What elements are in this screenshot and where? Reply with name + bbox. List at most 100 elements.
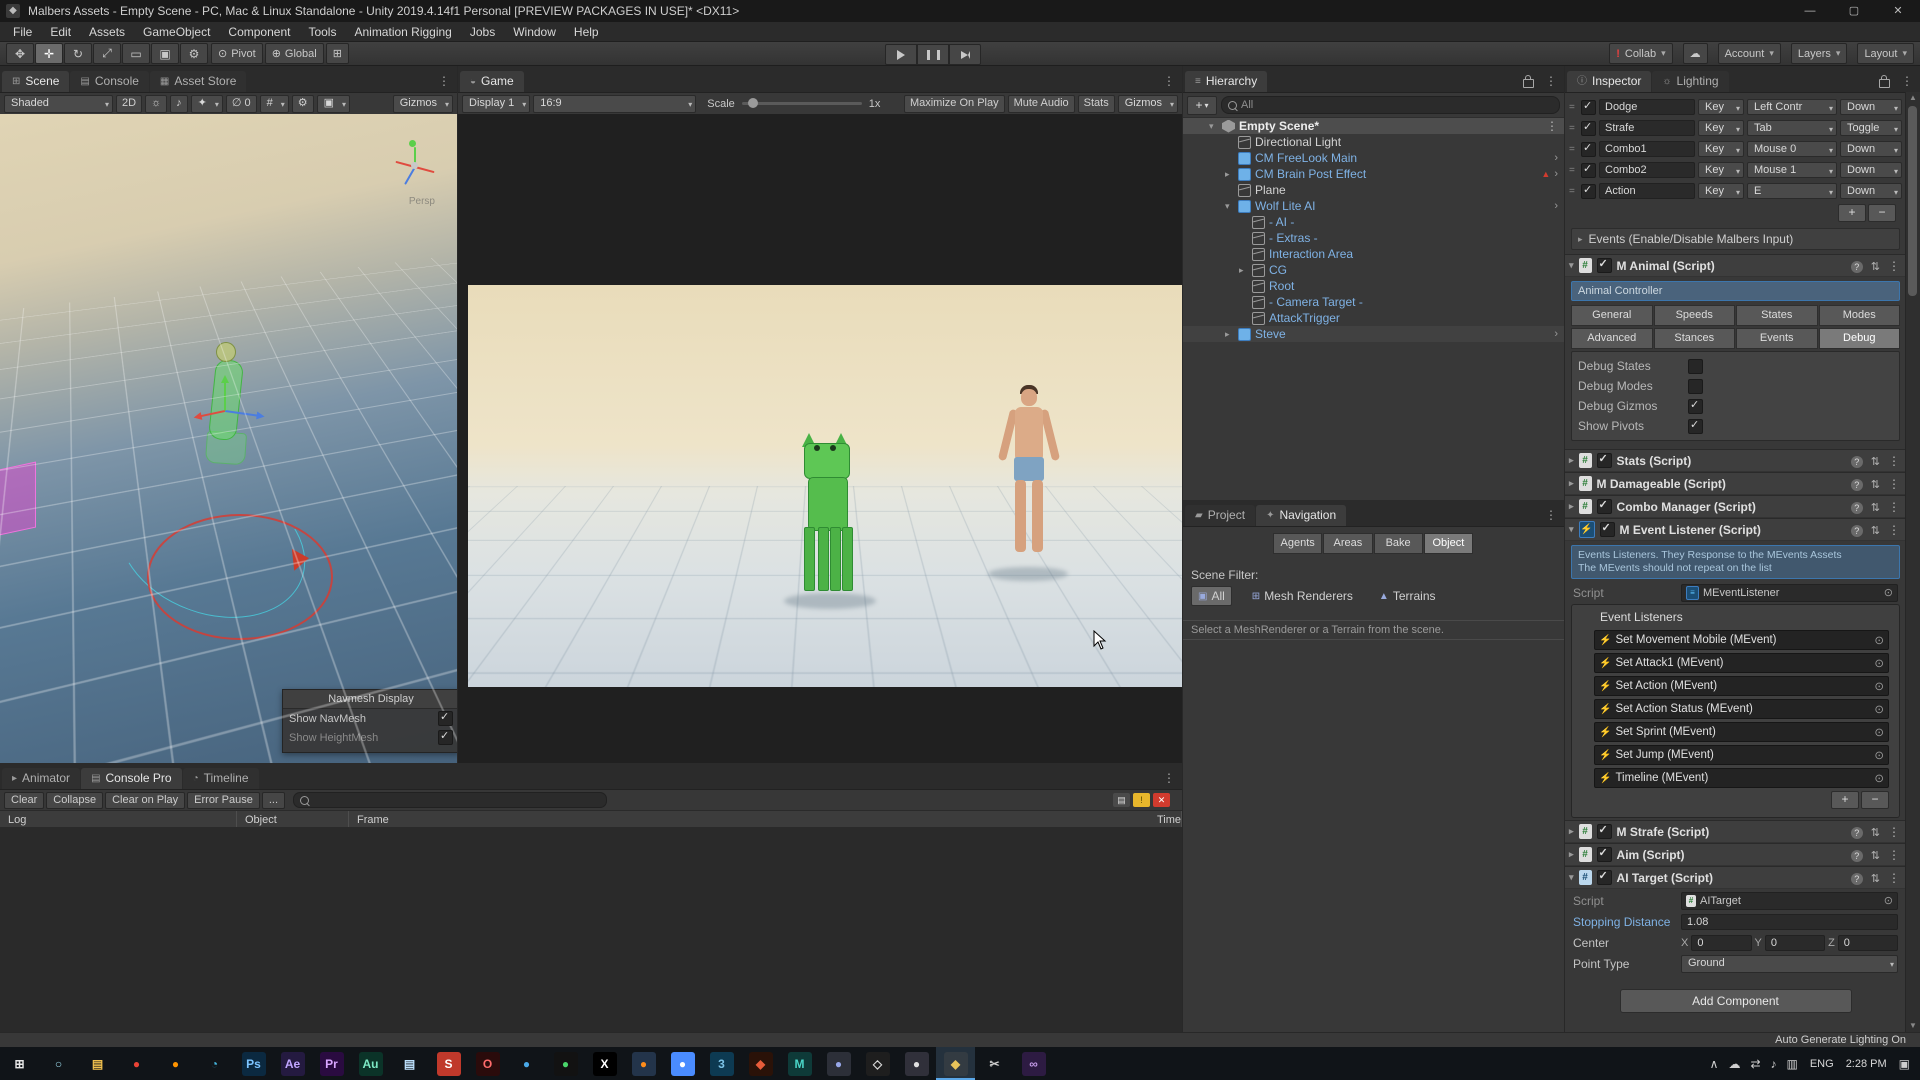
- foldout-arrow[interactable]: ▾: [1209, 121, 1222, 132]
- component-header-event-listener[interactable]: ⚡ M Event Listener (Script): [1565, 518, 1906, 541]
- lock-icon[interactable]: [1523, 79, 1534, 88]
- input-mode-dropdown[interactable]: Down: [1840, 141, 1902, 157]
- tray-icon[interactable]: ∧: [1710, 1057, 1719, 1071]
- taskbar-app-icon[interactable]: ●: [624, 1047, 663, 1080]
- effects-dropdown[interactable]: ✦: [191, 95, 223, 113]
- scene-gizmos-dropdown[interactable]: Gizmos: [393, 95, 453, 113]
- drag-handle-icon[interactable]: [1569, 186, 1578, 197]
- navigation-mode-button[interactable]: Bake: [1374, 533, 1423, 554]
- stats-toggle[interactable]: Stats: [1078, 95, 1115, 113]
- game-kebab-icon[interactable]: [1156, 71, 1182, 92]
- hierarchy-item[interactable]: Interaction Area: [1183, 246, 1564, 262]
- help-icon[interactable]: [1851, 848, 1863, 862]
- object-picker-icon[interactable]: [1874, 656, 1884, 670]
- transform-tool-button[interactable]: ⚙: [180, 43, 208, 64]
- component-enabled-checkbox[interactable]: [1597, 847, 1612, 862]
- transform-tool-button[interactable]: ✛: [35, 43, 63, 64]
- persp-label[interactable]: Persp: [409, 196, 435, 207]
- drag-handle-icon[interactable]: [1569, 144, 1578, 155]
- preset-icon[interactable]: [1871, 500, 1880, 514]
- transform-tool-button[interactable]: ↻: [64, 43, 92, 64]
- remove-event-button[interactable]: −: [1861, 791, 1889, 809]
- taskbar-app-icon[interactable]: ✂: [975, 1047, 1014, 1080]
- prefab-open-chevron[interactable]: ›: [1552, 328, 1564, 340]
- foldout-arrow[interactable]: ▸: [1239, 265, 1252, 276]
- hidden-objects-count[interactable]: ∅ 0: [226, 95, 257, 113]
- hierarchy-item[interactable]: ▸ Steve ›: [1183, 326, 1564, 342]
- taskbar-app-icon[interactable]: ⊞: [0, 1047, 39, 1080]
- menu-item[interactable]: Jobs: [461, 22, 504, 42]
- taskbar-app-icon[interactable]: Ae: [273, 1047, 312, 1080]
- panel-tab[interactable]: ▤Console Pro: [81, 768, 182, 789]
- taskbar-app-icon[interactable]: ◆: [741, 1047, 780, 1080]
- m-animal-tab[interactable]: States: [1736, 305, 1818, 326]
- input-enabled-checkbox[interactable]: [1581, 121, 1596, 136]
- pause-button[interactable]: [917, 44, 949, 65]
- grid-settings-dropdown[interactable]: #: [260, 95, 289, 113]
- axis-value-field[interactable]: 0: [1765, 935, 1825, 951]
- scene-audio-toggle[interactable]: ♪: [170, 95, 188, 113]
- help-icon[interactable]: [1851, 454, 1863, 468]
- object-picker-icon[interactable]: [1874, 633, 1884, 647]
- preset-icon[interactable]: [1871, 477, 1880, 491]
- input-key-dropdown[interactable]: Tab: [1747, 120, 1837, 136]
- console-log-area[interactable]: [0, 827, 1182, 1032]
- close-button[interactable]: ✕: [1876, 0, 1920, 22]
- tray-icon[interactable]: ☁: [1728, 1057, 1740, 1071]
- component-header[interactable]: # M Strafe (Script): [1565, 820, 1906, 843]
- event-listener-row[interactable]: ⚡ Set Movement Mobile (MEvent): [1594, 630, 1889, 650]
- hierarchy-item[interactable]: ▾ Empty Scene*: [1183, 118, 1564, 134]
- taskbar-app-icon[interactable]: ◔: [195, 1047, 234, 1080]
- hierarchy-item[interactable]: CM FreeLook Main ›: [1183, 150, 1564, 166]
- console-toolbar-button[interactable]: Error Pause: [187, 792, 260, 809]
- auto-generate-lighting-status[interactable]: Auto Generate Lighting On: [1775, 1034, 1906, 1046]
- component-enabled-checkbox[interactable]: [1597, 870, 1612, 885]
- panel-tab[interactable]: ▰Project: [1185, 505, 1255, 526]
- add-row-button[interactable]: +: [1838, 204, 1866, 222]
- scene-filter-button[interactable]: ▲Terrains: [1373, 587, 1442, 605]
- hierarchy-search-input[interactable]: All: [1221, 96, 1560, 114]
- menu-item[interactable]: GameObject: [134, 22, 219, 42]
- global-toggle[interactable]: ⊕Global: [265, 43, 324, 64]
- taskbar-app-icon[interactable]: S: [429, 1047, 468, 1080]
- tray-icon[interactable]: ♪: [1771, 1057, 1777, 1071]
- kebab-icon[interactable]: [1888, 871, 1900, 885]
- input-mode-dropdown[interactable]: Down: [1840, 162, 1902, 178]
- navmesh-checkbox[interactable]: [438, 730, 453, 745]
- scene-tools-button[interactable]: ⚙: [292, 95, 314, 113]
- hierarchy-item[interactable]: ▸ CM Brain Post Effect ▲ ›: [1183, 166, 1564, 182]
- panel-tab[interactable]: ✦Navigation: [1256, 505, 1346, 526]
- taskbar-app-icon[interactable]: M: [780, 1047, 819, 1080]
- scene-kebab-icon[interactable]: [431, 71, 457, 92]
- inspector-kebab-icon[interactable]: [1894, 71, 1920, 92]
- hierarchy-item[interactable]: ▾ Wolf Lite AI ›: [1183, 198, 1564, 214]
- drag-handle-icon[interactable]: [1569, 165, 1578, 176]
- taskbar-app-icon[interactable]: ●: [897, 1047, 936, 1080]
- scrollbar-thumb[interactable]: [1908, 106, 1917, 296]
- component-header[interactable]: # Combo Manager (Script): [1565, 495, 1906, 518]
- scene-camera-dropdown[interactable]: ▣: [317, 95, 350, 113]
- game-viewport[interactable]: [458, 114, 1182, 763]
- foldout-arrow[interactable]: ▸: [1225, 169, 1238, 180]
- scene-viewport[interactable]: Persp Navmesh Display Show NavMesh: [0, 114, 457, 763]
- input-type-dropdown[interactable]: Key: [1698, 141, 1744, 157]
- warning-filter-icon[interactable]: !: [1133, 793, 1150, 807]
- input-mode-dropdown[interactable]: Toggle: [1840, 120, 1902, 136]
- input-name-field[interactable]: Dodge: [1599, 99, 1695, 115]
- maximize-button[interactable]: ▢: [1832, 0, 1876, 22]
- component-enabled-checkbox[interactable]: [1597, 453, 1612, 468]
- help-icon[interactable]: [1851, 500, 1863, 514]
- console-toolbar-button[interactable]: ...: [262, 792, 285, 809]
- taskbar-app-icon[interactable]: ○: [39, 1047, 78, 1080]
- transform-tool-button[interactable]: ✥: [6, 43, 34, 64]
- grid-snap-button[interactable]: ⊞: [326, 43, 349, 64]
- log-filter-icon[interactable]: ▤: [1113, 793, 1130, 807]
- event-listener-row[interactable]: ⚡ Set Action (MEvent): [1594, 676, 1889, 696]
- play-button[interactable]: [885, 44, 917, 65]
- event-listener-row[interactable]: ⚡ Set Action Status (MEvent): [1594, 699, 1889, 719]
- cloud-button[interactable]: ☁: [1683, 43, 1708, 64]
- add-event-button[interactable]: +: [1831, 791, 1859, 809]
- language-indicator[interactable]: ENG: [1810, 1058, 1834, 1070]
- transform-tool-button[interactable]: ▭: [122, 43, 150, 64]
- m-animal-tab[interactable]: Modes: [1819, 305, 1901, 326]
